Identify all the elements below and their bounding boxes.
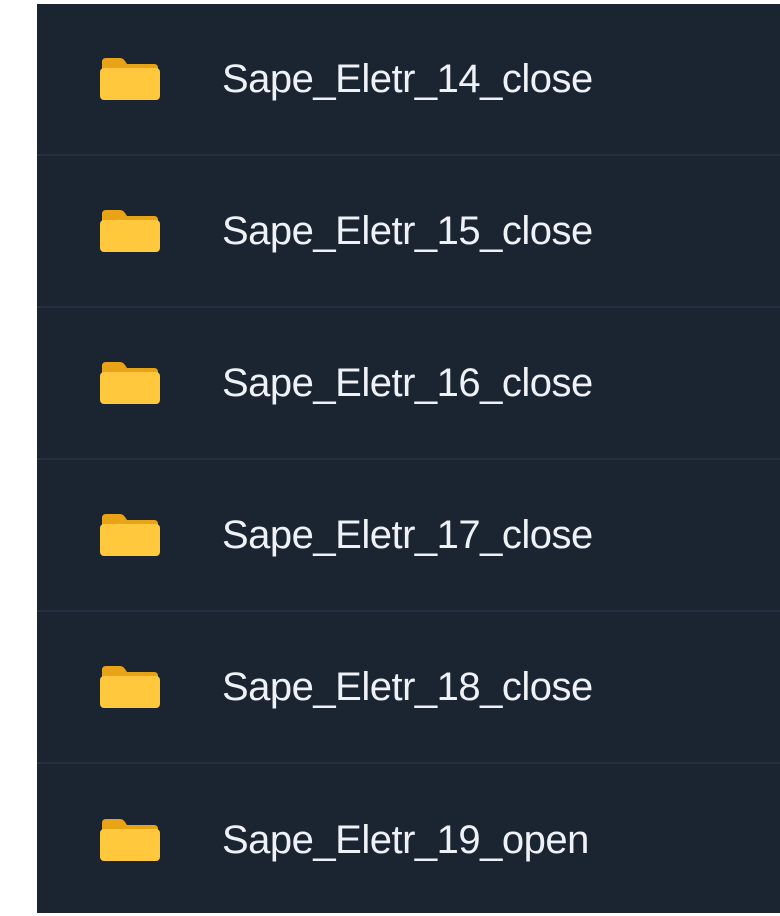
folder-name: Sape_Eletr_16_close [222,360,593,405]
folder-name: Sape_Eletr_17_close [222,512,593,557]
folder-name: Sape_Eletr_15_close [222,208,593,253]
folder-name: Sape_Eletr_19_open [222,817,589,862]
folder-name: Sape_Eletr_18_close [222,664,593,709]
folder-icon [100,666,160,708]
folder-icon [100,362,160,404]
folder-item[interactable]: Sape_Eletr_19_open [37,764,780,916]
folder-item[interactable]: Sape_Eletr_18_close [37,612,780,764]
folder-icon [100,819,160,861]
folder-icon [100,210,160,252]
folder-icon [100,514,160,556]
folder-name: Sape_Eletr_14_close [222,56,593,101]
folder-item[interactable]: Sape_Eletr_14_close [37,4,780,156]
folder-item[interactable]: Sape_Eletr_16_close [37,308,780,460]
folder-item[interactable]: Sape_Eletr_15_close [37,156,780,308]
folder-icon [100,58,160,100]
folder-item[interactable]: Sape_Eletr_17_close [37,460,780,612]
folder-list: Sape_Eletr_14_close Sape_Eletr_15_close … [37,4,780,913]
